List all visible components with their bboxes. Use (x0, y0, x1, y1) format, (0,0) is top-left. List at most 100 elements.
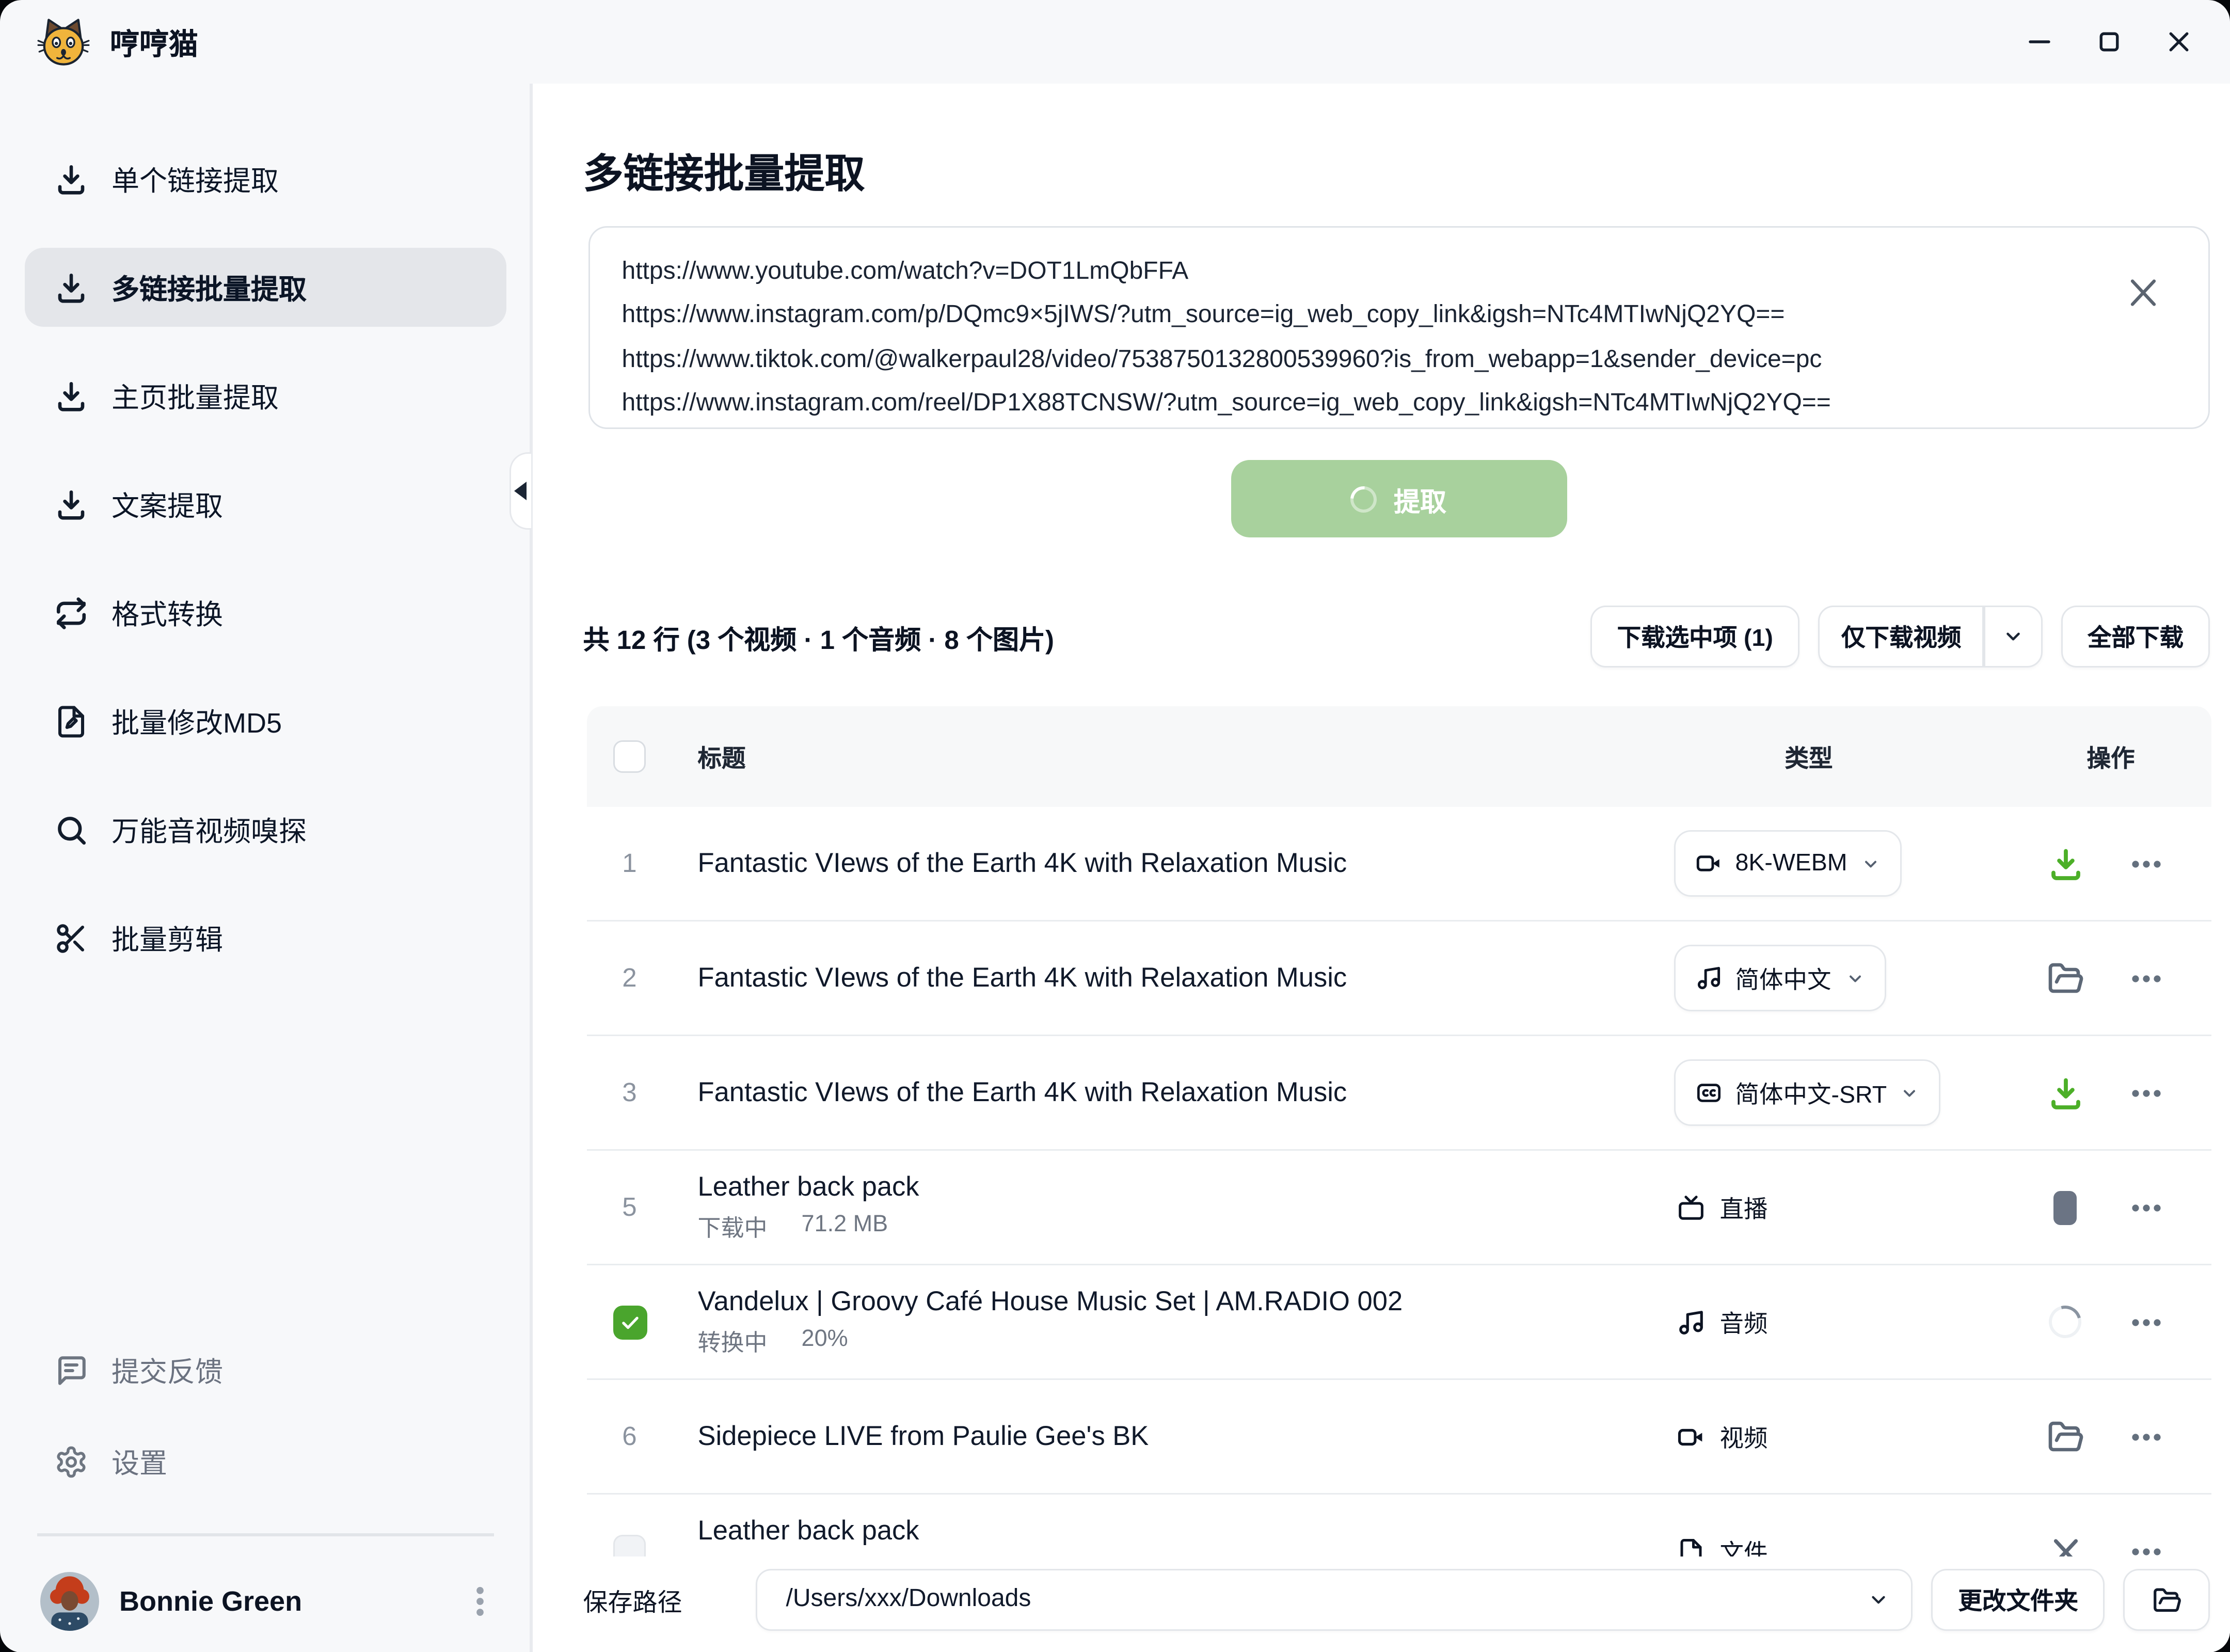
download-icon (54, 487, 88, 521)
url-line: https://www.instagram.com/p/DQmc9×5jIWS/… (622, 295, 2115, 339)
download-icon (54, 271, 88, 305)
sidebar-item-homepage-batch-extract[interactable]: 主页批量提取 (25, 356, 506, 435)
sidebar-item-multi-link-extract[interactable]: 多链接批量提取 (25, 248, 506, 327)
row-checkbox-checked[interactable] (613, 1305, 647, 1339)
column-header-type: 类型 (1646, 740, 2036, 774)
sidebar-item-label: 主页批量提取 (112, 376, 279, 416)
app-logo-cat-icon (37, 15, 90, 68)
sidebar-item-label: 万能音视频嗅探 (112, 809, 307, 850)
sidebar-item-label: 文案提取 (112, 484, 223, 525)
status-text: 下载中 (698, 1211, 768, 1244)
sidebar-item-media-sniffer[interactable]: 万能音视频嗅探 (25, 790, 506, 869)
change-folder-button[interactable]: 更改文件夹 (1932, 1569, 2105, 1631)
type-label: 视频 (1720, 1420, 1768, 1454)
sidebar-divider (37, 1533, 494, 1536)
convert-icon (54, 596, 88, 630)
user-profile[interactable]: Bonnie Green (25, 1558, 516, 1645)
row-title: Leather back pack (698, 1515, 1646, 1547)
table-row[interactable]: 5 Leather back pack 下载中 71.2 MB 直播 (586, 1151, 2211, 1265)
toolbar: 下载选中项 (1) 仅下载视频 全部下载 (1591, 606, 2210, 668)
row-title: Sidepiece LIVE from Paulie Gee's BK (698, 1420, 1646, 1453)
clear-input-icon[interactable] (2124, 274, 2161, 311)
extract-button[interactable]: 提取 (1231, 460, 1567, 537)
sidebar-item-settings[interactable]: 设置 (25, 1422, 506, 1501)
titlebar: 哼哼猫 (0, 0, 2230, 84)
row-title: Vandelux | Groovy Café House Music Set |… (698, 1285, 1646, 1318)
page-title: 多链接批量提取 (583, 142, 2230, 200)
user-name: Bonnie Green (119, 1585, 302, 1618)
sidebar-item-label: 单个链接提取 (112, 159, 279, 199)
results-table: 标题 类型 操作 1 Fantastic VIews of the Earth … (586, 706, 2211, 1609)
gear-icon (54, 1444, 88, 1479)
close-button[interactable] (2165, 28, 2193, 56)
status-detail: 71.2 MB (802, 1211, 888, 1244)
download-videos-only-button[interactable]: 仅下载视频 (1820, 607, 1983, 666)
save-path-label: 保存路径 (583, 1581, 682, 1618)
row-index: 6 (622, 1421, 636, 1452)
loading-spinner-icon (1345, 480, 1382, 517)
table-row[interactable]: 1 Fantastic VIews of the Earth 4K with R… (586, 807, 2211, 922)
type-text: 直播 (1677, 1190, 1768, 1225)
sidebar-item-copy-extract[interactable]: 文案提取 (25, 465, 506, 544)
more-icon[interactable] (2127, 1304, 2164, 1341)
extract-button-label: 提取 (1394, 480, 1446, 518)
sidebar-item-batch-edit[interactable]: 批量剪辑 (25, 898, 506, 977)
save-path-bar: 保存路径 /Users/xxx/Downloads 更改文件夹 (532, 1556, 2230, 1652)
video-icon (1695, 850, 1722, 877)
download-icon[interactable] (2047, 845, 2084, 882)
maximize-button[interactable] (2095, 28, 2123, 56)
save-path-select[interactable]: /Users/xxx/Downloads (755, 1569, 1914, 1631)
type-label: 音频 (1720, 1305, 1768, 1339)
sidebar-item-label: 多链接批量提取 (112, 267, 307, 308)
table-row[interactable]: 6 Sidepiece LIVE from Paulie Gee's BK 视频 (586, 1380, 2211, 1495)
url-line: https://www.youtube.com/watch?v=DOT1LmQb… (622, 251, 2115, 295)
open-folder-icon[interactable] (2047, 960, 2084, 997)
list-header: 共 12 行 (3 个视频 · 1 个音频 · 8 个图片) 下载选中项 (1)… (583, 604, 2210, 669)
more-icon[interactable] (2127, 1074, 2164, 1111)
download-videos-dropdown-button[interactable] (1985, 607, 2041, 666)
sidebar-item-batch-md5[interactable]: 批量修改MD5 (25, 681, 506, 760)
row-title: Fantastic VIews of the Earth 4K with Rel… (698, 1076, 1646, 1109)
type-select[interactable]: 简体中文 (1674, 945, 1886, 1011)
more-icon[interactable] (2127, 1418, 2164, 1455)
sidebar-item-label: 设置 (112, 1441, 167, 1482)
sidebar: 单个链接提取 多链接批量提取 主页批量提取 文案提取 格式转换 批量修改MD5 … (0, 84, 531, 1652)
more-icon[interactable] (2127, 960, 2164, 997)
summary-text: 共 12 行 (3 个视频 · 1 个音频 · 8 个图片) (583, 617, 1054, 656)
tv-live-icon (1677, 1194, 1705, 1221)
download-icon[interactable] (2047, 1074, 2084, 1111)
table-row[interactable]: Vandelux | Groovy Café House Music Set |… (586, 1265, 2211, 1380)
row-index: 1 (622, 848, 636, 879)
sidebar-collapse-handle[interactable] (509, 452, 531, 530)
open-download-folder-button[interactable] (2123, 1569, 2210, 1631)
table-header: 标题 类型 操作 (586, 706, 2211, 807)
stop-icon[interactable] (2047, 1189, 2084, 1226)
sidebar-item-label: 批量修改MD5 (112, 701, 282, 741)
minimize-button[interactable] (2026, 28, 2053, 56)
sidebar-item-feedback[interactable]: 提交反馈 (25, 1330, 506, 1409)
table-row[interactable]: 3 Fantastic VIews of the Earth 4K with R… (586, 1036, 2211, 1151)
sidebar-item-single-link-extract[interactable]: 单个链接提取 (25, 139, 506, 218)
chevron-down-icon (1861, 854, 1880, 873)
download-all-button[interactable]: 全部下载 (2061, 606, 2210, 668)
download-videos-split-button: 仅下载视频 (1818, 606, 2043, 668)
url-input[interactable]: https://www.youtube.com/watch?v=DOT1LmQb… (588, 226, 2209, 429)
type-select[interactable]: 8K-WEBM (1674, 830, 1902, 897)
url-line: https://www.tiktok.com/@walkerpaul28/vid… (622, 339, 2115, 383)
download-selected-button[interactable]: 下载选中项 (1) (1591, 606, 1799, 668)
select-all-checkbox[interactable] (613, 740, 646, 773)
row-index: 3 (622, 1077, 636, 1108)
table-row[interactable]: 2 Fantastic VIews of the Earth 4K with R… (586, 922, 2211, 1036)
user-menu-kebab-icon[interactable] (460, 1581, 500, 1622)
type-label: 简体中文 (1735, 961, 1831, 995)
video-icon (1677, 1423, 1705, 1451)
type-select[interactable]: 简体中文-SRT (1674, 1059, 1941, 1126)
more-icon[interactable] (2127, 845, 2164, 882)
sidebar-item-format-convert[interactable]: 格式转换 (25, 573, 506, 652)
save-path-value: /Users/xxx/Downloads (786, 1586, 1031, 1614)
chevron-left-icon (514, 482, 527, 500)
row-status: 下载中 71.2 MB (698, 1211, 1646, 1244)
open-folder-icon[interactable] (2047, 1418, 2084, 1455)
type-text: 音频 (1677, 1305, 1768, 1339)
more-icon[interactable] (2127, 1189, 2164, 1226)
